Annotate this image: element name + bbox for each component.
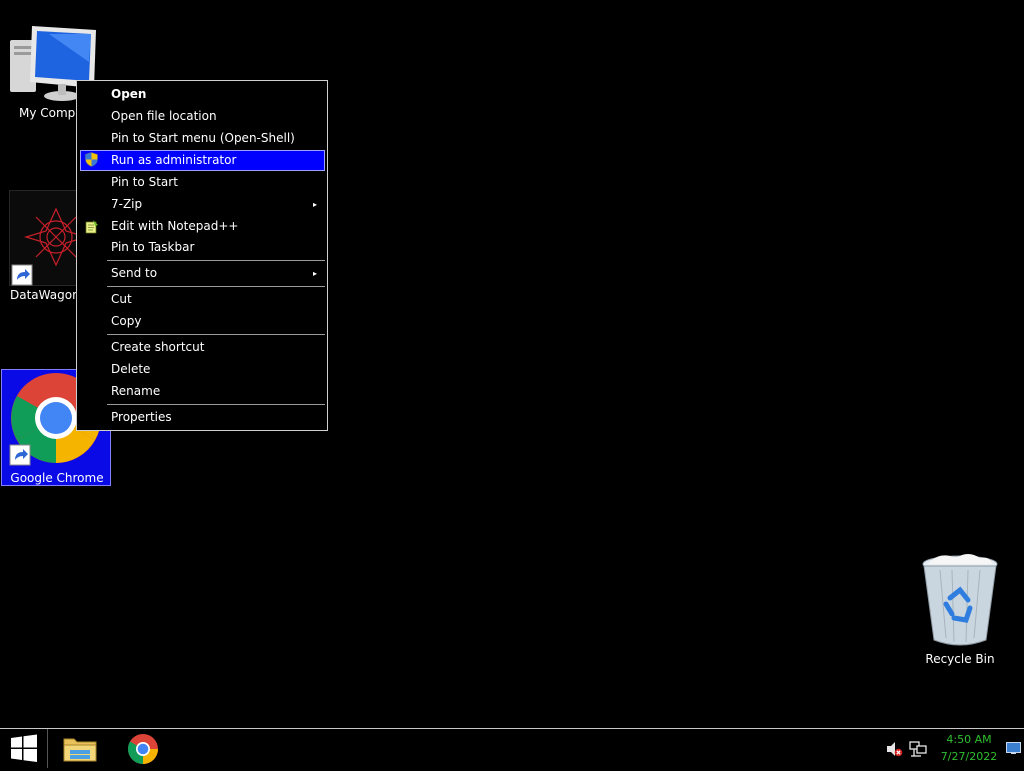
submenu-arrow-icon: ▸ <box>312 269 317 278</box>
recycle-bin-icon <box>922 554 998 646</box>
shortcut-arrow-icon <box>9 444 31 466</box>
chrome-icon <box>127 734 159 764</box>
taskbar-clock[interactable]: 4:50 AM 7/27/2022 <box>934 731 1004 765</box>
taskbar: 4:50 AM 7/27/2022 <box>0 728 1024 768</box>
shortcut-arrow-icon <box>11 264 33 286</box>
menu-item-run-as-administrator[interactable]: Run as administrator <box>80 150 325 171</box>
file-explorer-icon <box>63 738 97 762</box>
taskbar-file-explorer-button[interactable] <box>58 731 102 767</box>
show-desktop-icon[interactable] <box>1006 742 1021 754</box>
submenu-arrow-icon: ▸ <box>312 200 317 209</box>
menu-separator <box>107 404 325 405</box>
uac-shield-icon <box>85 152 98 167</box>
desktop[interactable]: My Computer DataWagon. Google Chrome Rec… <box>0 0 1024 728</box>
menu-item-create-shortcut[interactable]: Create shortcut <box>80 337 325 358</box>
clock-time: 4:50 AM <box>946 733 992 746</box>
menu-item-send-to[interactable]: Send to ▸ <box>80 263 325 284</box>
desktop-icon-recycle-bin[interactable]: Recycle Bin <box>912 552 1008 672</box>
menu-separator <box>107 286 325 287</box>
taskbar-chrome-button[interactable] <box>121 731 165 767</box>
menu-separator <box>107 334 325 335</box>
menu-item-pin-to-start[interactable]: Pin to Start <box>80 172 325 193</box>
menu-item-pin-to-taskbar[interactable]: Pin to Taskbar <box>80 237 325 258</box>
volume-muted-icon[interactable] <box>885 740 903 758</box>
menu-item-copy[interactable]: Copy <box>80 311 325 332</box>
menu-item-edit-with-notepadpp[interactable]: Edit with Notepad++ <box>80 216 325 237</box>
windows-logo-icon <box>11 734 37 762</box>
context-menu: Open Open file location Pin to Start men… <box>76 80 328 431</box>
datawagon-thumbnail <box>9 190 89 286</box>
desktop-icon-label: DataWagon. <box>10 288 84 302</box>
menu-item-cut[interactable]: Cut <box>80 289 325 310</box>
clock-date: 7/27/2022 <box>940 750 998 763</box>
menu-item-pin-to-start-menu-open-shell[interactable]: Pin to Start menu (Open-Shell) <box>80 128 325 149</box>
menu-item-open-file-location[interactable]: Open file location <box>80 106 325 127</box>
desktop-icon-label: Recycle Bin <box>925 652 995 666</box>
menu-item-open[interactable]: Open <box>80 84 325 105</box>
desktop-icon-label: Google Chrome <box>10 471 104 485</box>
menu-separator <box>107 260 325 261</box>
menu-item-delete[interactable]: Delete <box>80 359 325 380</box>
menu-item-rename[interactable]: Rename <box>80 381 325 402</box>
menu-item-properties[interactable]: Properties <box>80 407 325 428</box>
start-button[interactable] <box>0 729 48 768</box>
menu-item-7-zip[interactable]: 7-Zip ▸ <box>80 194 325 215</box>
network-icon[interactable] <box>909 740 927 758</box>
notepadpp-icon <box>85 220 98 234</box>
